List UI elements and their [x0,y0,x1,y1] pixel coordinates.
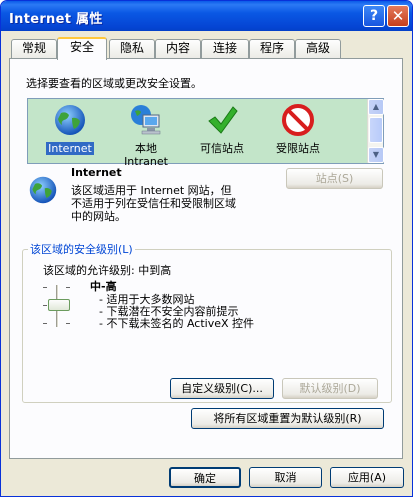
slider-tick [66,287,70,288]
tab-privacy[interactable]: 隐私 [109,39,155,58]
sites-button[interactable]: 站点(S) [286,168,383,189]
scroll-down-icon[interactable]: ▼ [368,147,384,163]
security-level-name: 中-高 [90,280,117,293]
internet-properties-window: Internet 属性 ? ✕ 常规 安全 隐私 内容 连接 程序 高级 选择要… [0,0,413,497]
slider-tick [66,323,70,324]
slider-tick [43,305,47,306]
title-bar[interactable]: Internet 属性 ? ✕ [1,1,412,31]
selected-zone-description: 该区域适用于 Internet 网站，但 不适用于列在受信任和受限制区域 中的网… [71,184,236,223]
zone-internet-label: Internet [46,142,94,155]
selected-zone-title: Internet [71,166,122,179]
window-title: Internet 属性 [9,12,103,27]
zone-trusted[interactable]: 可信站点 [182,103,262,155]
tab-general[interactable]: 常规 [11,39,57,58]
zone-desc-line: 该区域适用于 Internet 网站，但 [71,184,232,197]
custom-level-button[interactable]: 自定义级别(C)... [170,378,274,399]
allowed-levels-text: 该区域的允许级别: 中到高 [43,264,172,277]
security-panel: 选择要查看的区域或更改安全设置。 Internet 本地 Intranet 可信… [9,58,403,459]
globe-icon [55,105,85,135]
zone-desc-line: 中的网站。 [71,210,126,223]
slider-tick [43,287,47,288]
tab-advanced[interactable]: 高级 [295,39,341,58]
ok-button[interactable]: 确定 [169,467,241,488]
default-level-button[interactable]: 默认级别(D) [282,378,378,399]
level-bullet: - 不下载未签名的 ActiveX 控件 [99,317,255,330]
scroll-thumb[interactable] [369,117,383,143]
scroll-up-icon[interactable]: ▲ [368,99,384,115]
zone-restricted-label: 受限站点 [276,142,320,155]
checkmark-icon [208,106,238,134]
zone-intranet-label: 本地 Intranet [124,142,168,168]
zone-internet[interactable]: Internet [30,103,110,155]
tab-programs[interactable]: 程序 [249,39,295,58]
zone-list-scrollbar[interactable]: ▲ ▼ [367,99,384,163]
zone-list[interactable]: Internet 本地 Intranet 可信站点 受限站点 ▲ ▼ [27,98,384,168]
zone-instruction: 选择要查看的区域或更改安全设置。 [26,77,202,90]
restricted-icon [282,104,314,136]
tab-strip: 常规 安全 隐私 内容 连接 程序 高级 [9,37,404,60]
security-slider-thumb[interactable] [48,299,70,311]
close-button[interactable]: ✕ [387,5,409,27]
zone-trusted-label: 可信站点 [200,142,244,155]
zone-restricted[interactable]: 受限站点 [258,103,338,155]
intranet-icon [131,105,161,135]
tab-security[interactable]: 安全 [57,37,107,60]
reset-all-zones-button[interactable]: 将所有区域重置为默认级别(R) [191,408,384,429]
selected-zone-globe-icon [29,176,57,204]
zone-intranet[interactable]: 本地 Intranet [106,103,186,168]
slider-tick [43,323,47,324]
tab-connections[interactable]: 连接 [201,39,249,58]
help-button[interactable]: ? [363,5,385,27]
security-level-group-title: 该区域的安全级别(L) [28,241,135,257]
apply-button[interactable]: 应用(A) [330,467,404,488]
zone-desc-line: 不适用于列在受信任和受限制区域 [71,197,236,210]
cancel-button[interactable]: 取消 [249,467,322,488]
tab-content[interactable]: 内容 [155,39,201,58]
security-level-bullets: - 适用于大多数网站 - 下载潜在不安全内容前提示 - 不下载未签名的 Acti… [99,294,254,330]
